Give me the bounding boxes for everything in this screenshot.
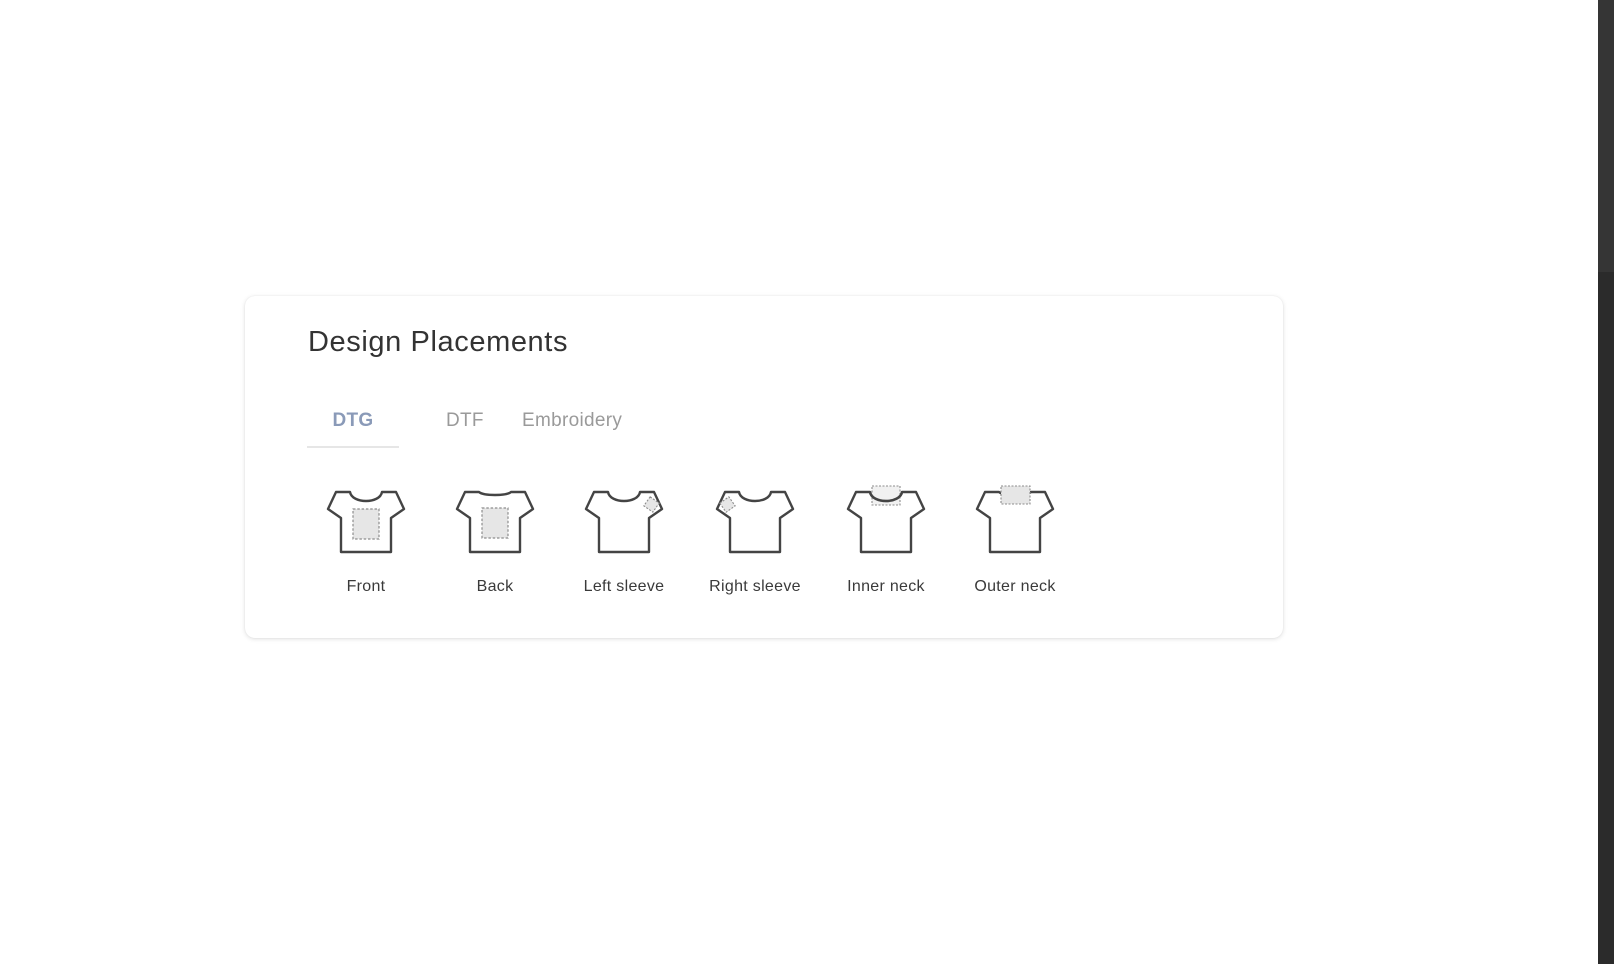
tshirt-inner-neck-icon: [846, 484, 926, 556]
placement-options: Front Back Left sleeve Right sleeve Inne…: [301, 484, 1061, 614]
placement-outer-neck[interactable]: Outer neck: [950, 484, 1080, 614]
placement-inner-neck[interactable]: Inner neck: [821, 484, 951, 614]
tab-embroidery[interactable]: Embroidery: [522, 396, 622, 446]
placement-label: Left sleeve: [583, 578, 665, 595]
placement-label: Back: [476, 578, 514, 595]
tab-dtf[interactable]: DTF: [446, 396, 484, 446]
tshirt-right-sleeve-icon: [715, 484, 795, 556]
tshirt-front-icon: [326, 484, 406, 556]
placement-back[interactable]: Back: [430, 484, 560, 614]
tshirt-left-sleeve-icon: [584, 484, 664, 556]
tab-dtg[interactable]: DTG: [307, 396, 399, 448]
technique-tabs: DTG DTF Embroidery: [307, 396, 907, 448]
design-placements-card: Design Placements DTG DTF Embroidery Fro…: [245, 296, 1283, 638]
tshirt-outer-neck-icon: [975, 484, 1055, 556]
placement-label: Right sleeve: [709, 578, 801, 595]
placement-front[interactable]: Front: [301, 484, 431, 614]
scrollbar-thumb[interactable]: [1598, 0, 1614, 272]
placement-left-sleeve[interactable]: Left sleeve: [559, 484, 689, 614]
card-title: Design Placements: [308, 326, 569, 358]
placement-label: Front: [346, 578, 386, 595]
placement-label: Inner neck: [847, 578, 925, 595]
placement-right-sleeve[interactable]: Right sleeve: [690, 484, 820, 614]
placement-label: Outer neck: [974, 578, 1056, 595]
tshirt-back-icon: [455, 484, 535, 556]
page: Design Placements DTG DTF Embroidery Fro…: [0, 0, 1614, 964]
